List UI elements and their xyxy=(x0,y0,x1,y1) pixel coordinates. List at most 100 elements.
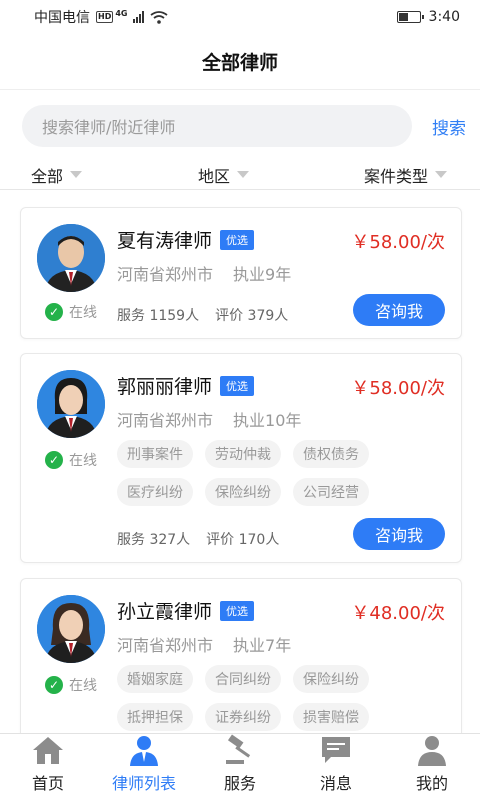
tab-service[interactable]: 服务 xyxy=(192,734,288,800)
profile-icon xyxy=(414,734,450,766)
specialty-tag: 医疗纠纷 xyxy=(117,478,193,506)
status-bar: 中国电信 HD 4G 3:40 xyxy=(0,0,480,34)
network-type: 4G xyxy=(115,8,128,18)
lawyer-location: 河南省郑州市 xyxy=(117,411,214,430)
signal-icon xyxy=(133,11,145,23)
tab-lawyer-list[interactable]: 律师列表 xyxy=(96,734,192,800)
specialty-tag: 抵押担保 xyxy=(117,703,193,731)
specialty-tag: 合同纠纷 xyxy=(205,665,281,693)
specialty-tag: 保险纠纷 xyxy=(293,665,369,693)
dropdown-arrow-icon xyxy=(70,171,83,178)
rating-count: 评价 379人 xyxy=(215,308,289,324)
specialty-tag: 劳动仲裁 xyxy=(205,440,281,468)
check-icon: ✓ xyxy=(45,303,63,321)
specialty-tag: 债权债务 xyxy=(293,440,369,468)
page-title: 全部律师 xyxy=(201,52,278,74)
preferred-badge: 优选 xyxy=(220,600,255,621)
consult-price: ￥58.00/次 xyxy=(351,378,445,399)
specialty-tags: 婚姻家庭 合同纠纷 保险纠纷 抵押担保 证券纠纷 损害赔偿 xyxy=(117,665,447,731)
preferred-badge: 优选 xyxy=(220,229,255,250)
search-input[interactable]: 搜索律师/附近律师 xyxy=(22,105,412,147)
rating-count: 评价 170人 xyxy=(206,532,280,548)
bottom-tab-bar: 首页 律师列表 服务 消息 我的 xyxy=(0,733,480,800)
clock: 3:40 xyxy=(428,9,460,25)
filter-region-label: 地区 xyxy=(198,166,231,186)
lawyer-location: 河南省郑州市 xyxy=(117,265,214,284)
carrier-name: 中国电信 xyxy=(34,10,90,26)
specialty-tag: 保险纠纷 xyxy=(205,478,281,506)
lawyer-avatar xyxy=(37,595,105,663)
specialty-tag: 证券纠纷 xyxy=(205,703,281,731)
lawyer-meta: 河南省郑州市 执业10年 xyxy=(117,407,301,431)
wifi-icon xyxy=(150,10,169,24)
consult-price: ￥48.00/次 xyxy=(351,603,445,624)
specialty-tag: 刑事案件 xyxy=(117,440,193,468)
page-title-bar: 全部律师 xyxy=(0,34,480,90)
tab-lawyer-list-label: 律师列表 xyxy=(111,774,176,793)
gavel-icon xyxy=(222,734,258,766)
consult-button[interactable]: 咨询我 xyxy=(353,518,445,550)
lawyer-name-row: 夏有涛律师 优选 xyxy=(117,226,255,253)
lawyer-name: 孙立霞律师 xyxy=(117,601,213,623)
online-label: 在线 xyxy=(69,678,97,694)
tab-messages-label: 消息 xyxy=(319,774,352,793)
status-right: 3:40 xyxy=(396,9,460,25)
specialty-tags: 刑事案件 劳动仲裁 债权债务 医疗纠纷 保险纠纷 公司经营 xyxy=(117,440,447,506)
filter-all-label: 全部 xyxy=(31,166,64,186)
lawyer-name-row: 孙立霞律师 优选 xyxy=(117,597,255,624)
specialty-tag: 公司经营 xyxy=(293,478,369,506)
lawyer-name: 郭丽丽律师 xyxy=(117,376,213,398)
tab-messages[interactable]: 消息 xyxy=(288,734,384,800)
online-label: 在线 xyxy=(69,305,97,321)
lawyer-experience: 执业9年 xyxy=(233,265,292,284)
battery-icon xyxy=(396,11,424,23)
search-row: 搜索律师/附近律师 搜索 xyxy=(0,104,480,148)
filter-bar: 全部 地区 案件类型 xyxy=(0,160,480,190)
consult-button[interactable]: 咨询我 xyxy=(353,294,445,326)
search-placeholder: 搜索律师/附近律师 xyxy=(42,118,176,137)
lawyer-experience: 执业7年 xyxy=(233,636,292,655)
home-icon xyxy=(30,734,66,766)
search-button[interactable]: 搜索 xyxy=(432,114,466,139)
tab-profile[interactable]: 我的 xyxy=(384,734,480,800)
lawyer-name-row: 郭丽丽律师 优选 xyxy=(117,372,255,399)
service-count: 服务 327人 xyxy=(117,532,191,548)
hd-badge: HD xyxy=(96,11,114,23)
service-count: 服务 1159人 xyxy=(117,308,200,324)
lawyer-card[interactable]: ✓ 在线 夏有涛律师 优选 ￥58.00/次 河南省郑州市 执业9年 服务 11… xyxy=(20,207,462,339)
status-left: 中国电信 HD 4G xyxy=(34,7,169,27)
tab-home-label: 首页 xyxy=(31,774,64,793)
lawyer-name: 夏有涛律师 xyxy=(117,230,213,252)
preferred-badge: 优选 xyxy=(220,375,255,396)
filter-case-type-label: 案件类型 xyxy=(364,166,429,186)
lawyer-avatar xyxy=(37,370,105,438)
lawyer-meta: 河南省郑州市 执业7年 xyxy=(117,632,291,656)
lawyer-experience: 执业10年 xyxy=(233,411,302,430)
specialty-tag: 婚姻家庭 xyxy=(117,665,193,693)
lawyer-stats: 服务 327人 评价 170人 xyxy=(117,529,279,549)
check-icon: ✓ xyxy=(45,676,63,694)
tab-profile-label: 我的 xyxy=(415,774,448,793)
online-status: ✓ 在线 xyxy=(45,450,97,470)
lawyer-location: 河南省郑州市 xyxy=(117,636,214,655)
check-icon: ✓ xyxy=(45,451,63,469)
consult-price: ￥58.00/次 xyxy=(351,232,445,253)
online-status: ✓ 在线 xyxy=(45,675,97,695)
filter-all[interactable]: 全部 xyxy=(31,163,83,187)
online-status: ✓ 在线 xyxy=(45,302,97,322)
message-icon xyxy=(318,734,354,766)
filter-case-type[interactable]: 案件类型 xyxy=(364,163,448,187)
tab-home[interactable]: 首页 xyxy=(0,734,96,800)
filter-region[interactable]: 地区 xyxy=(198,163,250,187)
specialty-tag: 损害赔偿 xyxy=(293,703,369,731)
tab-service-label: 服务 xyxy=(223,774,256,793)
online-label: 在线 xyxy=(69,453,97,469)
lawyer-avatar xyxy=(37,224,105,292)
lawyer-card[interactable]: ✓ 在线 孙立霞律师 优选 ￥48.00/次 河南省郑州市 执业7年 婚姻家庭 … xyxy=(20,578,462,758)
dropdown-arrow-icon xyxy=(237,171,250,178)
lawyer-stats: 服务 1159人 评价 379人 xyxy=(117,305,288,325)
dropdown-arrow-icon xyxy=(435,171,448,178)
lawyer-icon xyxy=(126,734,162,766)
lawyer-meta: 河南省郑州市 执业9年 xyxy=(117,261,291,285)
lawyer-card[interactable]: ✓ 在线 郭丽丽律师 优选 ￥58.00/次 河南省郑州市 执业10年 刑事案件… xyxy=(20,353,462,563)
